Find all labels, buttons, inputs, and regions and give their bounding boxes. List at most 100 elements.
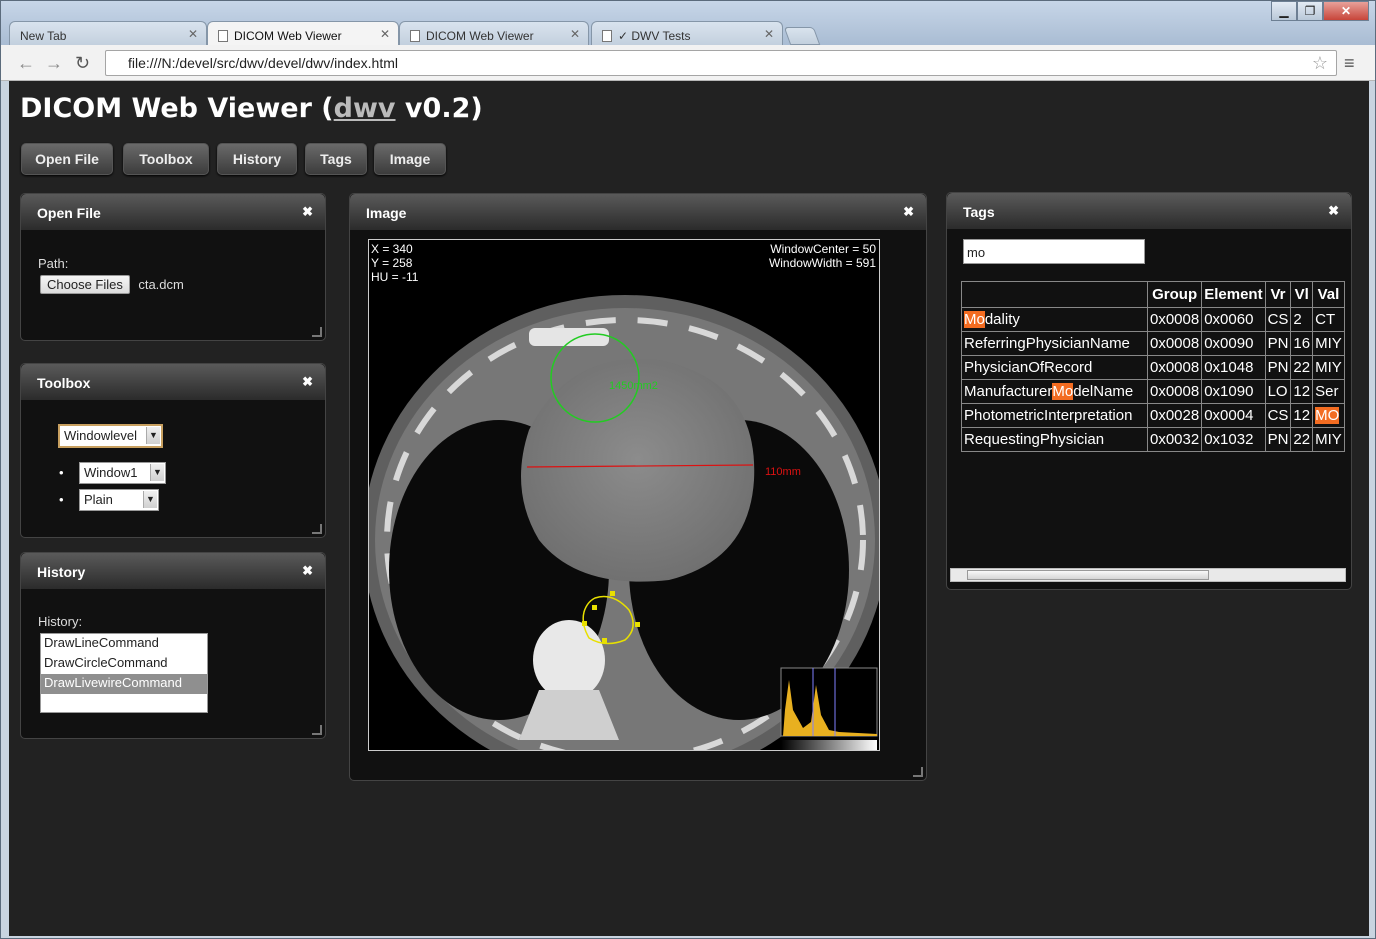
list-item[interactable]: DrawLineCommand (41, 634, 207, 654)
toolbox-panel: Toolbox ✖ Windowlevel ▼ • Window1 ▼ • Pl… (20, 363, 326, 538)
panel-header: Tags ✖ (947, 193, 1351, 229)
tag-vr: PN (1264, 355, 1292, 380)
livewire-handle[interactable] (635, 622, 640, 627)
choose-files-button[interactable]: Choose Files (40, 275, 130, 294)
tag-element: 0x1032 (1201, 427, 1266, 452)
resize-handle[interactable] (312, 524, 322, 534)
forward-icon[interactable]: → (45, 53, 63, 74)
tag-group: 0x0008 (1146, 331, 1203, 356)
open-file-button[interactable]: Open File (21, 143, 113, 175)
y-readout: Y = 258 (371, 256, 413, 270)
reload-icon[interactable]: ↻ (75, 53, 90, 74)
tag-group: 0x0028 (1146, 403, 1203, 428)
history-button[interactable]: History (217, 143, 297, 175)
tab-label: ✓ DWV Tests (618, 28, 691, 43)
livewire-handle[interactable] (602, 638, 607, 643)
resize-handle[interactable] (913, 767, 923, 777)
title-prefix: DICOM Web Viewer ( (20, 93, 334, 124)
tool-select-value: Windowlevel (64, 428, 137, 443)
hu-readout: HU = -11 (371, 270, 419, 284)
panel-title: Toolbox (37, 375, 91, 391)
history-list[interactable]: DrawLineCommand DrawCircleCommand DrawLi… (40, 633, 208, 713)
colormap-select-value: Plain (84, 492, 113, 507)
tag-name-text: dality (984, 311, 1020, 328)
histogram (780, 667, 878, 750)
table-row: RequestingPhysician 0x0032 0x1032 PN 22 … (961, 427, 1345, 452)
tag-name-text: Manufacturer (964, 383, 1053, 400)
image-button[interactable]: Image (374, 143, 446, 175)
close-icon[interactable]: ✖ (1328, 203, 1339, 219)
list-item[interactable]: DrawCircleCommand (41, 654, 207, 674)
menu-icon[interactable]: ≡ (1344, 53, 1355, 74)
bookmark-star-icon[interactable]: ☆ (1312, 53, 1328, 74)
toolbox-button[interactable]: Toolbox (123, 143, 209, 175)
tool-select[interactable]: Windowlevel ▼ (58, 424, 163, 448)
preset-select[interactable]: Window1 ▼ (79, 462, 166, 484)
tag-vr: LO (1264, 379, 1292, 404)
close-window-button[interactable]: ✕ (1323, 1, 1369, 21)
tag-vr: CS (1264, 307, 1292, 332)
tag-element: 0x1090 (1201, 379, 1266, 404)
history-label: History: (38, 614, 83, 629)
heart (521, 358, 755, 582)
list-item-selected[interactable]: DrawLivewireCommand (41, 674, 207, 694)
close-icon[interactable]: ✕ (188, 27, 198, 41)
panel-header: History ✖ (21, 553, 325, 589)
tag-vl: 22 (1290, 427, 1314, 452)
search-highlight: Mo (964, 311, 985, 328)
close-icon[interactable]: ✖ (903, 204, 914, 220)
url-text: file:///N:/devel/src/dwv/devel/dwv/index… (128, 55, 398, 71)
livewire-handle[interactable] (592, 605, 597, 610)
table-row: PhotometricInterpretation 0x0028 0x0004 … (961, 403, 1345, 428)
tags-panel: Tags ✖ mo Group Element Vr Vl Val Modali… (946, 192, 1352, 590)
tab-new-tab[interactable]: New Tab ✕ (9, 21, 207, 45)
open-file-panel: Open File ✖ Path: Choose Files cta.dcm (20, 193, 326, 341)
new-tab-button[interactable] (783, 27, 821, 45)
minimize-button[interactable]: ▁ (1271, 1, 1297, 21)
close-icon[interactable]: ✕ (764, 27, 774, 41)
close-icon[interactable]: ✖ (302, 374, 313, 390)
close-icon[interactable]: ✖ (302, 204, 313, 220)
title-suffix: v0.2) (395, 93, 483, 124)
tab-dicom-viewer-active[interactable]: DICOM Web Viewer ✕ (207, 21, 399, 45)
column-header: Val (1312, 281, 1345, 308)
tags-button[interactable]: Tags (305, 143, 367, 175)
resize-handle[interactable] (312, 725, 322, 735)
ruler-label: 110mm (765, 466, 801, 478)
back-icon[interactable]: ← (17, 53, 35, 74)
tag-element: 0x0090 (1201, 331, 1266, 356)
close-icon[interactable]: ✕ (570, 27, 580, 41)
livewire-handle[interactable] (582, 621, 587, 626)
table-row: PhysicianOfRecord 0x0008 0x1048 PN 22 MI… (961, 355, 1345, 380)
maximize-button[interactable]: ❐ (1297, 1, 1323, 21)
chevron-down-icon: ▼ (143, 491, 157, 508)
scrollbar-thumb[interactable] (967, 570, 1209, 580)
tag-value: MO (1312, 403, 1345, 428)
search-highlight: MO (1315, 407, 1340, 424)
panel-header: Image ✖ (350, 194, 926, 230)
panel-header: Toolbox ✖ (21, 364, 325, 400)
tag-search-input[interactable]: mo (963, 239, 1145, 264)
tag-vl: 12 (1290, 403, 1314, 428)
resize-handle[interactable] (312, 327, 322, 337)
tag-vl: 12 (1290, 379, 1314, 404)
browser-toolbar: ← → ↻ file:///N:/devel/src/dwv/devel/dwv… (1, 45, 1375, 81)
file-name: cta.dcm (138, 277, 184, 292)
horizontal-scrollbar[interactable] (950, 568, 1346, 582)
tab-dwv-tests[interactable]: ✓ DWV Tests ✕ (591, 21, 783, 45)
dicom-canvas[interactable]: 1450mm2 110mm X = 340 Y = 258 HU = -11 W… (368, 239, 880, 751)
dwv-link[interactable]: dwv (334, 93, 396, 124)
livewire-handle[interactable] (610, 591, 615, 596)
tab-dicom-viewer[interactable]: DICOM Web Viewer ✕ (399, 21, 589, 45)
page-content: DICOM Web Viewer (dwv v0.2) Open File To… (9, 81, 1369, 936)
address-bar[interactable]: file:///N:/devel/src/dwv/devel/dwv/index… (105, 50, 1337, 76)
tag-name: Modality (961, 307, 1148, 332)
tag-element: 0x1048 (1201, 355, 1266, 380)
column-header: Vl (1290, 281, 1314, 308)
ct-image: 1450mm2 110mm (369, 295, 879, 750)
colormap-select[interactable]: Plain ▼ (79, 489, 159, 511)
column-header: Element (1201, 281, 1266, 308)
close-icon[interactable]: ✖ (302, 563, 313, 579)
close-icon[interactable]: ✕ (380, 27, 390, 41)
tag-value: Ser (1312, 379, 1345, 404)
